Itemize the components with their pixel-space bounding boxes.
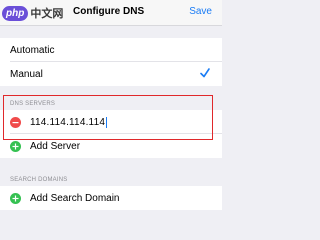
add-server-icon xyxy=(10,140,21,152)
configure-dns-screen: php 中文网 Configure DNS Save Automatic Man… xyxy=(0,0,222,227)
add-server-button[interactable]: Add Server xyxy=(0,134,222,158)
add-search-domain-button[interactable]: Add Search Domain xyxy=(0,186,222,210)
text-cursor xyxy=(106,116,108,128)
search-domains-header: SEARCH DOMAINS xyxy=(10,177,68,183)
mode-option-label: Automatic xyxy=(10,44,55,56)
page-title: Configure DNS xyxy=(73,6,145,17)
navigation-bar: php 中文网 Configure DNS Save xyxy=(0,0,222,26)
dns-servers-group: 114.114.114.114 Add Server xyxy=(0,110,222,158)
dns-server-entry[interactable]: 114.114.114.114 xyxy=(0,110,222,134)
add-search-domain-label: Add Search Domain xyxy=(30,192,120,204)
save-button[interactable]: Save xyxy=(189,6,212,17)
watermark: php 中文网 xyxy=(2,3,63,23)
search-domains-group: Add Search Domain xyxy=(0,186,222,210)
add-search-domain-icon xyxy=(10,192,21,204)
dns-mode-group: Automatic Manual xyxy=(0,38,222,86)
mode-option-automatic[interactable]: Automatic xyxy=(0,38,222,62)
mode-option-label: Manual xyxy=(10,68,43,80)
dns-servers-header: DNS SERVERS xyxy=(10,101,56,107)
checkmark-icon xyxy=(200,68,210,78)
add-server-label: Add Server xyxy=(30,140,81,152)
delete-server-icon[interactable] xyxy=(10,116,21,128)
watermark-logo: php xyxy=(2,5,29,21)
mode-option-manual[interactable]: Manual xyxy=(0,62,222,86)
dns-server-address[interactable]: 114.114.114.114 xyxy=(30,117,105,128)
watermark-text: 中文网 xyxy=(30,8,64,20)
